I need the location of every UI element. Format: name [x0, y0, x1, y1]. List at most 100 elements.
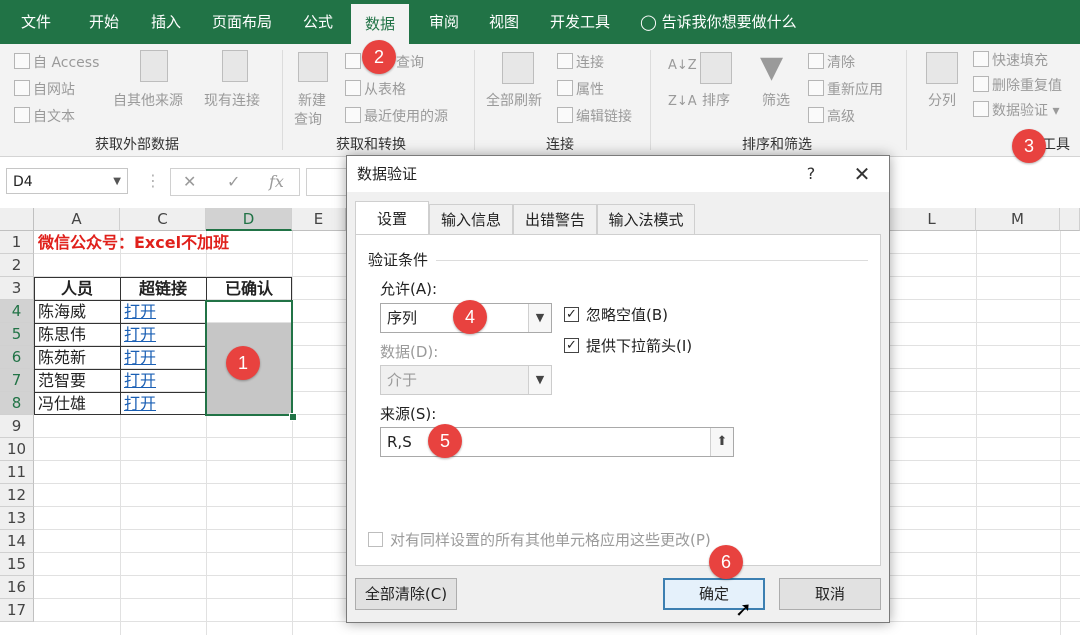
properties-button[interactable]: 属性 [557, 79, 604, 99]
from-text-button[interactable]: 自文本 [14, 106, 75, 126]
row-header[interactable]: 12 [0, 484, 34, 507]
text-to-columns-button[interactable]: 分列 [928, 90, 956, 110]
tab-home[interactable]: 开始 [74, 0, 134, 44]
column-header-a[interactable]: A [34, 208, 120, 231]
ignore-blank-checkbox[interactable]: ✓ [564, 307, 579, 322]
tab-ime-mode[interactable]: 输入法模式 [597, 204, 695, 234]
hyperlink-cell[interactable]: 打开 [124, 323, 156, 346]
row-header[interactable]: 15 [0, 553, 34, 576]
hyperlink-cell[interactable]: 打开 [124, 346, 156, 369]
from-web-button[interactable]: 自网站 [14, 79, 75, 99]
column-header-e[interactable]: E [292, 208, 346, 231]
existing-connections-button[interactable]: 现有连接 [204, 90, 260, 110]
fill-handle[interactable] [289, 413, 297, 421]
connections-button[interactable]: 连接 [557, 52, 604, 72]
hyperlink-cell[interactable]: 打开 [124, 369, 156, 392]
row-header[interactable]: 4 [0, 300, 34, 323]
hyperlink-cell[interactable]: 打开 [124, 300, 156, 323]
column-header-d[interactable]: D [206, 208, 292, 231]
chevron-down-icon[interactable]: ▼ [113, 169, 121, 195]
dropdown-arrow-label[interactable]: 提供下拉箭头(I) [586, 335, 692, 356]
chevron-down-icon[interactable]: ▼ [528, 304, 551, 332]
enter-icon[interactable]: ✓ [227, 169, 240, 195]
from-table-button[interactable]: 从表格 [345, 79, 406, 99]
cancel-button[interactable]: 取消 [779, 578, 881, 610]
reapply-button[interactable]: 重新应用 [808, 79, 883, 99]
tab-settings[interactable]: 设置 [355, 201, 429, 235]
row-header[interactable]: 1 [0, 231, 34, 254]
person-cell[interactable]: 陈海威 [38, 300, 86, 323]
header-confirmed[interactable]: 已确认 [206, 277, 292, 300]
column-header-partial[interactable] [1060, 208, 1080, 231]
formula-input[interactable] [306, 168, 347, 196]
header-hyperlink[interactable]: 超链接 [120, 277, 206, 300]
ignore-blank-label[interactable]: 忽略空值(B) [586, 304, 668, 325]
source-value: R,S [387, 433, 412, 451]
dropdown-arrow-checkbox[interactable]: ✓ [564, 338, 579, 353]
cancel-icon[interactable]: ✕ [183, 169, 196, 195]
column-header-m[interactable]: M [976, 208, 1060, 231]
column-header-c[interactable]: C [120, 208, 206, 231]
person-cell[interactable]: 冯仕雄 [38, 392, 86, 415]
person-cell[interactable]: 范智要 [38, 369, 86, 392]
help-icon[interactable]: ? [799, 156, 823, 192]
other-sources-button[interactable]: 自其他来源 [113, 90, 183, 110]
recent-sources-button[interactable]: 最近使用的源 [345, 106, 448, 126]
refresh-all-icon [502, 52, 534, 84]
row-header[interactable]: 8 [0, 392, 34, 415]
sort-az-icon[interactable]: A↓Z [668, 58, 697, 73]
close-icon[interactable]: ✕ [847, 156, 877, 192]
row-header[interactable]: 11 [0, 461, 34, 484]
fx-icon[interactable]: fx [269, 169, 284, 195]
person-cell[interactable]: 陈苑新 [38, 346, 86, 369]
tab-review[interactable]: 审阅 [416, 0, 472, 44]
row-header[interactable]: 7 [0, 369, 34, 392]
flash-fill-button[interactable]: 快速填充 [973, 50, 1048, 70]
remove-duplicates-button[interactable]: 删除重复值 [973, 75, 1062, 95]
tab-error-alert[interactable]: 出错警告 [513, 204, 597, 234]
sort-button[interactable]: 排序 [702, 90, 730, 110]
apply-all-checkbox[interactable] [368, 532, 383, 547]
tab-data[interactable]: 数据 [351, 4, 409, 44]
row-header[interactable]: 3 [0, 277, 34, 300]
edit-links-button[interactable]: 编辑链接 [557, 106, 632, 126]
tab-file[interactable]: 文件 [8, 0, 64, 44]
clear-all-button[interactable]: 全部清除(C) [355, 578, 457, 610]
new-query-button[interactable]: 新建 [298, 90, 326, 110]
name-box[interactable]: D4 ▼ [6, 168, 128, 194]
filter-button[interactable]: 筛选 [762, 90, 790, 110]
row-header[interactable]: 14 [0, 530, 34, 553]
hyperlink-cell[interactable]: 打开 [124, 392, 156, 415]
tab-insert[interactable]: 插入 [138, 0, 194, 44]
row-header[interactable]: 2 [0, 254, 34, 277]
banner-cell[interactable]: 微信公众号：Excel不加班 [38, 231, 229, 254]
dialog-title-bar[interactable]: 数据验证 ? ✕ [347, 156, 889, 192]
header-person[interactable]: 人员 [34, 277, 120, 300]
clear-filter-button[interactable]: 清除 [808, 52, 855, 72]
column-header-l[interactable]: L [888, 208, 976, 231]
row-header[interactable]: 13 [0, 507, 34, 530]
from-access-button[interactable]: 自 Access [14, 52, 99, 72]
advanced-filter-button[interactable]: 高级 [808, 106, 855, 126]
tell-me-box[interactable]: ◯ 告诉我你想要做什么 [640, 0, 797, 44]
row-header[interactable]: 10 [0, 438, 34, 461]
apply-all-label[interactable]: 对有同样设置的所有其他单元格应用这些更改(P) [390, 529, 711, 550]
tab-input-message[interactable]: 输入信息 [429, 204, 513, 234]
step-marker-1: 1 [226, 346, 260, 380]
data-validation-button[interactable]: 数据验证 ▾ [973, 100, 1059, 120]
collapse-dialog-icon[interactable]: ⬆ [710, 428, 733, 456]
row-header[interactable]: 9 [0, 415, 34, 438]
tab-formulas[interactable]: 公式 [290, 0, 346, 44]
row-header[interactable]: 6 [0, 346, 34, 369]
tab-developer[interactable]: 开发工具 [540, 0, 620, 44]
row-header[interactable]: 5 [0, 323, 34, 346]
row-header[interactable]: 16 [0, 576, 34, 599]
tab-view[interactable]: 视图 [476, 0, 532, 44]
ribbon-data: 自 Access 自网站 自文本 自其他来源 现有连接 获取外部数据 新建 查询… [0, 44, 1080, 157]
person-cell[interactable]: 陈思伟 [38, 323, 86, 346]
refresh-all-button[interactable]: 全部刷新 [486, 90, 542, 110]
select-all-corner[interactable] [0, 208, 34, 231]
row-header[interactable]: 17 [0, 599, 34, 622]
tab-page-layout[interactable]: 页面布局 [200, 0, 284, 44]
sort-za-icon[interactable]: Z↓A [668, 94, 697, 109]
